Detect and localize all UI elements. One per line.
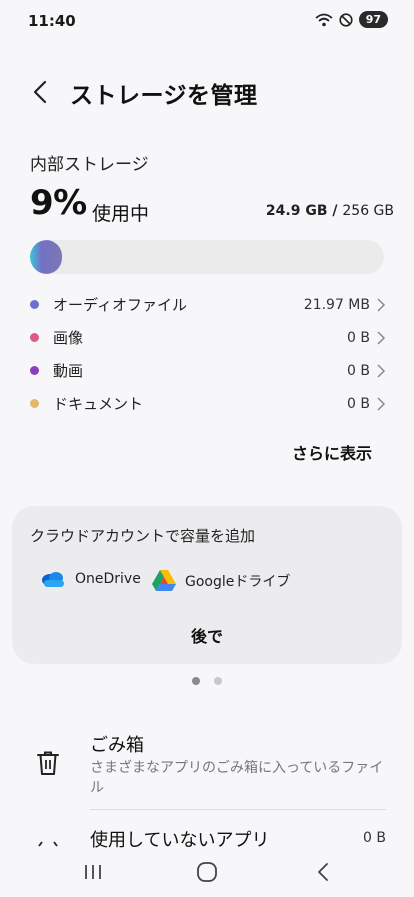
usage-percent: 9% (30, 183, 87, 223)
show-more-button[interactable]: さらに表示 (292, 440, 372, 464)
back-nav-icon (318, 863, 328, 881)
page-title: ストレージを管理 (70, 83, 258, 109)
chevron-right-icon (377, 396, 386, 411)
cloud-account-card: クラウドアカウントで容量を追加 OneDrive Googleドライブ 後で (12, 506, 402, 664)
category-item-documents[interactable]: ドキュメント 0 B (30, 387, 386, 420)
status-time: 11:40 (28, 12, 76, 30)
unused-apps-title: 使用していないアプリ (90, 830, 270, 848)
back-nav-button[interactable] (310, 860, 338, 884)
section-title: 内部ストレージ (30, 155, 149, 175)
google-drive-label: Googleドライブ (185, 573, 291, 590)
google-drive-option[interactable]: Googleドライブ (152, 570, 290, 591)
trash-item[interactable]: ごみ箱 さまざまなアプリのごみ箱に入っているファイル (0, 728, 414, 806)
category-value: 0 B (347, 362, 370, 379)
status-icons: 97 (315, 11, 388, 28)
chevron-right-icon (377, 297, 386, 312)
category-dot (30, 333, 39, 342)
category-item-images[interactable]: 画像 0 B (30, 321, 386, 354)
card-pager (0, 677, 414, 685)
divider (90, 809, 386, 810)
pager-dot-active[interactable] (192, 677, 200, 685)
navigation-bar (0, 848, 414, 897)
home-button[interactable] (193, 860, 221, 884)
onedrive-icon (42, 572, 64, 587)
storage-progress-bar (30, 240, 384, 274)
back-button[interactable] (26, 76, 58, 108)
battery-indicator: 97 (358, 11, 388, 28)
storage-progress-fill (30, 240, 62, 274)
apps-icon (38, 841, 58, 847)
home-icon (197, 862, 217, 882)
unused-apps-value: 0 B (363, 830, 386, 846)
chevron-right-icon (377, 363, 386, 378)
usage-total: 24.9 GB / 256 GB (266, 203, 394, 219)
category-dot (30, 399, 39, 408)
usage-summary: 9% 使用中 24.9 GB / 256 GB (30, 183, 394, 227)
usage-label: 使用中 (92, 203, 150, 225)
category-label: オーディオファイル (53, 296, 187, 314)
category-label: ドキュメント (53, 395, 144, 413)
status-bar: 11:40 97 (0, 0, 414, 40)
onedrive-option[interactable]: OneDrive (40, 570, 141, 588)
recent-apps-icon (85, 865, 101, 879)
chevron-right-icon (377, 330, 386, 345)
later-button[interactable]: 後で (12, 623, 402, 647)
category-item-videos[interactable]: 動画 0 B (30, 354, 386, 387)
category-dot (30, 300, 39, 309)
category-value: 0 B (347, 395, 370, 412)
size-separator: / (327, 203, 343, 219)
onedrive-label: OneDrive (75, 571, 141, 587)
chevron-left-icon (33, 80, 47, 104)
wifi-icon (315, 13, 333, 26)
total-size: 256 GB (342, 203, 394, 219)
category-dot (30, 366, 39, 375)
category-label: 動画 (53, 362, 84, 380)
pager-dot[interactable] (214, 677, 222, 685)
app-header: ストレージを管理 (0, 70, 414, 114)
category-item-audio[interactable]: オーディオファイル 21.97 MB (30, 288, 386, 321)
category-value: 21.97 MB (303, 296, 370, 313)
unused-apps-item[interactable]: 使用していないアプリ 0 B (0, 826, 414, 848)
category-label: 画像 (53, 329, 84, 347)
recent-apps-button[interactable] (80, 860, 108, 884)
category-list: オーディオファイル 21.97 MB 画像 0 B 動画 0 B ドキュメント … (30, 288, 386, 420)
trash-description: さまざまなアプリのごみ箱に入っているファイル (90, 760, 384, 796)
trash-icon (37, 751, 59, 775)
cloud-card-title: クラウドアカウントで容量を追加 (30, 527, 256, 545)
do-not-disturb-icon (339, 12, 353, 27)
trash-title: ごみ箱 (90, 735, 144, 756)
used-size: 24.9 GB (265, 203, 328, 219)
category-value: 0 B (347, 329, 370, 346)
google-drive-icon (152, 570, 176, 591)
